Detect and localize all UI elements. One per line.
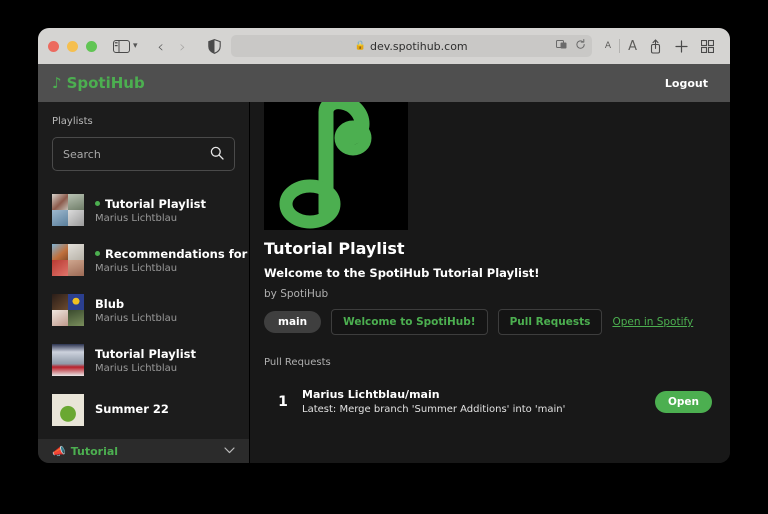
table-row[interactable]: 1 Marius Lichtblau/main Latest: Merge br… (264, 388, 730, 415)
list-item[interactable]: Recommendations for you Marius Lichtblau (38, 235, 249, 285)
list-item[interactable]: Blub Marius Lichtblau (38, 285, 249, 335)
pull-request-subtitle: Latest: Merge branch 'Summer Additions' … (302, 404, 566, 415)
music-note-logo (276, 102, 396, 230)
playlist-name: Blub (95, 296, 125, 311)
share-icon[interactable] (642, 38, 668, 54)
sidebar: Playlists Search Tutorial Playlist Mariu… (38, 102, 250, 463)
sidebar-footer[interactable]: 📣 Tutorial (38, 439, 249, 463)
list-item[interactable]: Summer 22 (38, 385, 249, 435)
playlist-name-row: Tutorial Playlist (95, 197, 206, 211)
page-title: Tutorial Playlist (264, 239, 405, 258)
playlist-info: Tutorial Playlist Marius Lichtblau (95, 347, 196, 374)
web-page: ♪ SpotiHub Logout Playlists Search Tutor… (38, 64, 730, 463)
pull-request-details: Marius Lichtblau/main Latest: Merge bran… (302, 388, 655, 415)
chevron-down-icon[interactable] (224, 446, 235, 457)
playlist-cover (264, 102, 408, 230)
playlist-name: Summer 22 (95, 402, 169, 416)
toolbar-right-actions: A A (600, 39, 720, 54)
playlist-byline: by SpotiHub (264, 288, 329, 300)
pull-request-number: 1 (278, 393, 288, 410)
playlist-info: Summer 22 (95, 402, 169, 418)
close-window-button[interactable] (48, 40, 59, 52)
tutorial-toggle[interactable]: 📣 Tutorial (52, 445, 118, 458)
playlist-list: Tutorial Playlist Marius Lichtblau Recom… (38, 185, 249, 439)
back-arrow-icon[interactable]: ‹ (150, 37, 172, 56)
search-container: Search (38, 137, 249, 171)
playlist-info: Tutorial Playlist Marius Lichtblau (95, 197, 206, 224)
action-button-row: main Welcome to SpotiHub! Pull Requests … (264, 309, 730, 335)
playlist-name: Tutorial Playlist (105, 196, 206, 211)
logout-button[interactable]: Logout (665, 77, 708, 90)
pull-request-title: Marius Lichtblau/main (302, 388, 440, 401)
pull-requests-section-label: Pull Requests (264, 357, 331, 368)
playlist-owner: Marius Lichtblau (95, 212, 178, 224)
search-input[interactable]: Search (52, 137, 235, 171)
playlist-name: Recommendations for you (105, 246, 249, 261)
welcome-button[interactable]: Welcome to SpotiHub! (331, 309, 488, 335)
app-logo[interactable]: ♪ SpotiHub (52, 74, 145, 92)
decrease-text-size-button[interactable]: A (600, 41, 616, 51)
pull-requests-button[interactable]: Pull Requests (497, 309, 603, 335)
playlist-artwork (52, 394, 84, 426)
tutorial-label: Tutorial (70, 444, 119, 458)
playlist-name-row: Summer 22 (95, 402, 169, 416)
playlist-name-row: Blub (95, 297, 177, 311)
status-badge[interactable]: Open (654, 390, 712, 413)
window-controls (48, 40, 97, 52)
playlist-info: Blub Marius Lichtblau (95, 297, 177, 324)
maximize-window-button[interactable] (86, 40, 97, 52)
list-item[interactable]: Tutorial Playlist Marius Lichtblau (38, 335, 249, 385)
playlist-artwork (52, 294, 84, 326)
playlist-description: Welcome to the SpotiHub Tutorial Playlis… (264, 266, 540, 280)
sidebar-title: Playlists (52, 116, 93, 127)
music-note-icon: ♪ (52, 73, 62, 92)
page-body: Playlists Search Tutorial Playlist Mariu… (38, 102, 730, 463)
toolbar-divider (619, 39, 621, 53)
playlist-name-row: Tutorial Playlist (95, 347, 196, 361)
search-placeholder: Search (63, 147, 101, 161)
playlist-owner: Marius Lichtblau (95, 262, 178, 274)
browser-window: ▾ ‹ › 🔒 dev.spotihub.com A A ♪ SpotiHub … (38, 28, 730, 463)
branch-pill[interactable]: main (264, 311, 322, 333)
playlist-name: Tutorial Playlist (95, 346, 196, 361)
search-icon[interactable] (210, 145, 224, 164)
lock-icon: 🔒 (354, 41, 367, 51)
minimize-window-button[interactable] (67, 40, 78, 52)
chevron-down-icon[interactable]: ▾ (133, 41, 138, 51)
new-tab-icon[interactable] (668, 39, 694, 53)
playlist-artwork (52, 244, 84, 276)
reload-icon[interactable] (575, 39, 586, 53)
megaphone-icon: 📣 (52, 444, 66, 458)
address-bar[interactable]: 🔒 dev.spotihub.com (230, 35, 592, 57)
increase-text-size-button[interactable]: A (623, 39, 642, 54)
open-in-spotify-link[interactable]: Open in Spotify (612, 316, 693, 328)
list-item[interactable]: Tutorial Playlist Marius Lichtblau (38, 185, 249, 235)
address-bar-actions (555, 35, 586, 57)
forward-arrow-icon[interactable]: › (172, 37, 194, 56)
playlist-owner: Marius Lichtblau (95, 312, 178, 324)
playlist-artwork (52, 194, 84, 226)
address-bar-url: dev.spotihub.com (370, 39, 468, 53)
privacy-shield-icon[interactable] (207, 38, 221, 54)
app-header: ♪ SpotiHub Logout (38, 64, 730, 102)
sidebar-toggle-icon[interactable] (111, 36, 131, 56)
playlist-artwork (52, 344, 84, 376)
browser-toolbar: ▾ ‹ › 🔒 dev.spotihub.com A A (38, 28, 730, 64)
status-dot-icon (95, 251, 100, 256)
status-dot-icon (95, 201, 100, 206)
tab-overview-icon[interactable] (694, 39, 720, 53)
playlist-info: Recommendations for you Marius Lichtblau (95, 247, 249, 274)
reader-mode-icon[interactable] (555, 39, 569, 53)
app-name: SpotiHub (66, 74, 145, 92)
playlist-name-row: Recommendations for you (95, 247, 249, 261)
main-content: Tutorial Playlist Welcome to the SpotiHu… (250, 102, 730, 463)
playlist-owner: Marius Lichtblau (95, 362, 178, 374)
